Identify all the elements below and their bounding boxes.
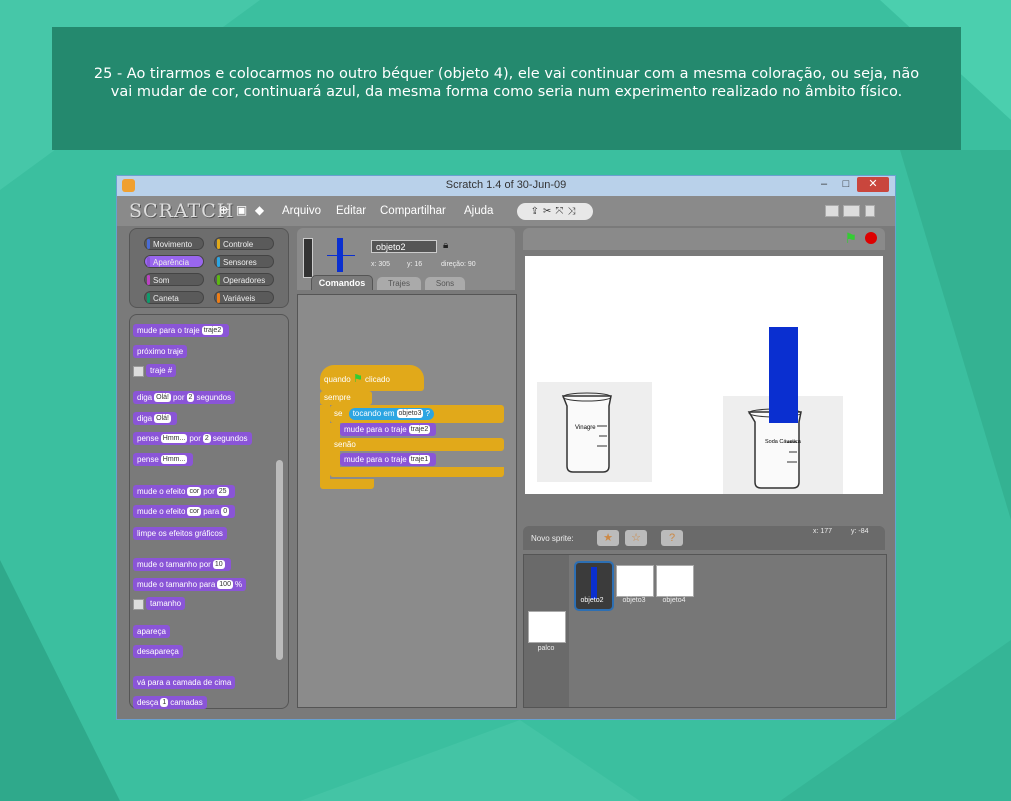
sprite-objeto4-label: objeto4 — [662, 597, 686, 604]
caption-box: 25 - Ao tirarmos e colocarmos no outro b… — [52, 27, 961, 150]
beaker-vinagre-label: Vinagre — [575, 425, 596, 431]
category-variaveis[interactable]: Variáveis — [214, 291, 274, 304]
sprite-objeto3[interactable] — [616, 565, 654, 597]
forever-arm — [320, 405, 330, 481]
block-go-back-layers[interactable]: desça 1 camadas — [133, 696, 207, 709]
category-operadores[interactable]: Operadores — [214, 273, 274, 286]
globe-icon[interactable]: ⊕ — [217, 204, 230, 217]
stage-canvas: Vinagre Soda Cáustica — [537, 327, 843, 496]
save-icon[interactable]: ▣ — [235, 204, 248, 217]
paint-sprite-button[interactable]: ★ — [597, 530, 619, 546]
sprite-name-field[interactable]: objeto2 — [371, 240, 437, 253]
category-som[interactable]: Som — [144, 273, 204, 286]
direction-line — [327, 255, 355, 256]
block-switch-costume[interactable]: mude para o traje traje2 — [133, 324, 230, 337]
menu-editar[interactable]: Editar — [336, 205, 366, 217]
category-caneta[interactable]: Caneta — [144, 291, 204, 304]
then-switch-costume-block[interactable]: mude para o traje traje2 — [340, 423, 437, 436]
green-flag-button[interactable]: ⚑ — [844, 230, 857, 247]
sprite-info-panel: objeto2 🔒︎ x: 305 y: 16 direção: 90 Coma… — [297, 228, 515, 290]
block-palette: mude para o traje traje2 próximo traje tr… — [129, 314, 289, 709]
tab-trajes[interactable]: Trajes — [377, 277, 421, 290]
close-button[interactable]: ✕ — [857, 177, 889, 192]
block-next-costume[interactable]: próximo traje — [133, 345, 188, 358]
block-size[interactable]: tamanho — [146, 597, 186, 610]
stage-header: ⚑ — [523, 228, 885, 250]
category-movimento[interactable]: Movimento — [144, 237, 204, 250]
small-stage-button[interactable] — [825, 205, 839, 217]
sprite-tools[interactable]: ⇪✂⤧⤨ — [517, 203, 593, 220]
tab-comandos[interactable]: Comandos — [311, 275, 373, 290]
category-panel: Movimento Controle Aparência Sensores So… — [129, 228, 289, 308]
choose-sprite-button[interactable]: ☆ — [625, 530, 647, 546]
scratch-window: Scratch 1.4 of 30-Jun-09 – □ ✕ SCRATCH ⊕… — [116, 175, 896, 720]
sprite-objeto2-liquid — [769, 327, 798, 423]
minimize-button[interactable]: – — [815, 177, 833, 192]
sprite-y: y: 16 — [407, 261, 423, 268]
checkbox-costume-number[interactable] — [133, 366, 144, 377]
if-else-block[interactable]: se tocando em objeto3? — [330, 405, 504, 423]
block-show[interactable]: apareça — [133, 625, 170, 638]
touching-sensor-block[interactable]: tocando em objeto3? — [348, 408, 434, 420]
forever-block[interactable]: sempre — [320, 391, 372, 405]
checkbox-size[interactable] — [133, 599, 144, 610]
else-switch-costume-block[interactable]: mude para o traje traje1 — [340, 453, 437, 466]
category-sensores[interactable]: Sensores — [214, 255, 274, 268]
green-flag-icon: ⚑ — [352, 373, 363, 385]
title-bar: Scratch 1.4 of 30-Jun-09 – □ ✕ — [117, 176, 895, 196]
block-think[interactable]: pense Hmm... — [133, 453, 194, 466]
normal-stage-button[interactable] — [843, 205, 860, 217]
block-say[interactable]: diga Olá! — [133, 412, 177, 425]
stage-thumbnail[interactable] — [528, 611, 566, 643]
new-sprite-label: Novo sprite: — [531, 534, 574, 543]
beaker-soda-label: Soda Cáustica — [765, 439, 802, 445]
category-controle[interactable]: Controle — [214, 237, 274, 250]
block-think-for[interactable]: pense Hmm... por 2 segundos — [133, 432, 252, 445]
mouse-x: x: 177 — [813, 528, 833, 535]
block-say-for[interactable]: diga Olá! por 2 segundos — [133, 391, 236, 404]
sprite-x: x: 305 — [371, 261, 391, 268]
maximize-button[interactable]: □ — [837, 177, 855, 192]
beaker-vinagre: Vinagre — [537, 382, 652, 482]
sprite-objeto4[interactable] — [656, 565, 694, 597]
rotation-style-icons[interactable] — [303, 238, 313, 278]
block-go-to-front[interactable]: vá para a camada de cima — [133, 676, 236, 689]
lock-icon[interactable]: 🔒︎ — [443, 240, 448, 251]
caption-text: 25 - Ao tirarmos e colocarmos no outro b… — [93, 66, 920, 100]
block-change-effect-by[interactable]: mude o efeito cor por 25 — [133, 485, 235, 498]
sprite-list: palco objeto2 objeto3 objeto4 — [523, 554, 887, 708]
menu-ajuda[interactable]: Ajuda — [464, 205, 493, 217]
random-sprite-button[interactable]: ? — [661, 530, 683, 546]
stage[interactable]: Vinagre Soda Cáustica — [525, 256, 883, 496]
forever-bottom — [320, 479, 374, 489]
window-title: Scratch 1.4 of 30-Jun-09 — [445, 179, 567, 191]
sprite-direction: direção: 90 — [441, 261, 476, 268]
block-hide[interactable]: desapareça — [133, 645, 183, 658]
mouse-y: y: -84 — [851, 528, 869, 535]
palette-scrollbar[interactable] — [276, 460, 283, 660]
block-set-size-to[interactable]: mude o tamanho para 100% — [133, 578, 247, 591]
block-change-size-by[interactable]: mude o tamanho por 10 — [133, 558, 231, 571]
stop-button[interactable] — [865, 232, 877, 244]
menu-arquivo[interactable]: Arquivo — [282, 205, 321, 217]
stage-thumb-label: palco — [537, 645, 555, 652]
presentation-button[interactable] — [865, 205, 875, 217]
sprite-objeto2-thumb — [591, 567, 597, 599]
new-sprite-bar: Novo sprite: ★ ☆ ? x: 177 y: -84 — [523, 526, 885, 550]
menu-bar: SCRATCH ⊕ ▣ ◆ Arquivo Editar Compartilha… — [117, 196, 895, 226]
menu-compartilhar[interactable]: Compartilhar — [380, 205, 446, 217]
category-aparencia[interactable]: Aparência — [144, 255, 204, 268]
block-clear-effects[interactable]: limpe os efeitos gráficos — [133, 527, 227, 540]
else-label: senão — [330, 438, 504, 451]
tab-sons[interactable]: Sons — [425, 277, 465, 290]
scripts-area[interactable]: quando ⚑ clicado sempre se tocando em obj… — [297, 294, 517, 708]
if-bottom — [330, 467, 504, 477]
share-icon[interactable]: ◆ — [253, 204, 266, 217]
block-set-effect-to[interactable]: mude o efeito cor para 0 — [133, 505, 236, 518]
when-flag-clicked-block[interactable]: quando ⚑ clicado — [320, 365, 424, 391]
block-costume-number[interactable]: traje # — [146, 364, 177, 377]
